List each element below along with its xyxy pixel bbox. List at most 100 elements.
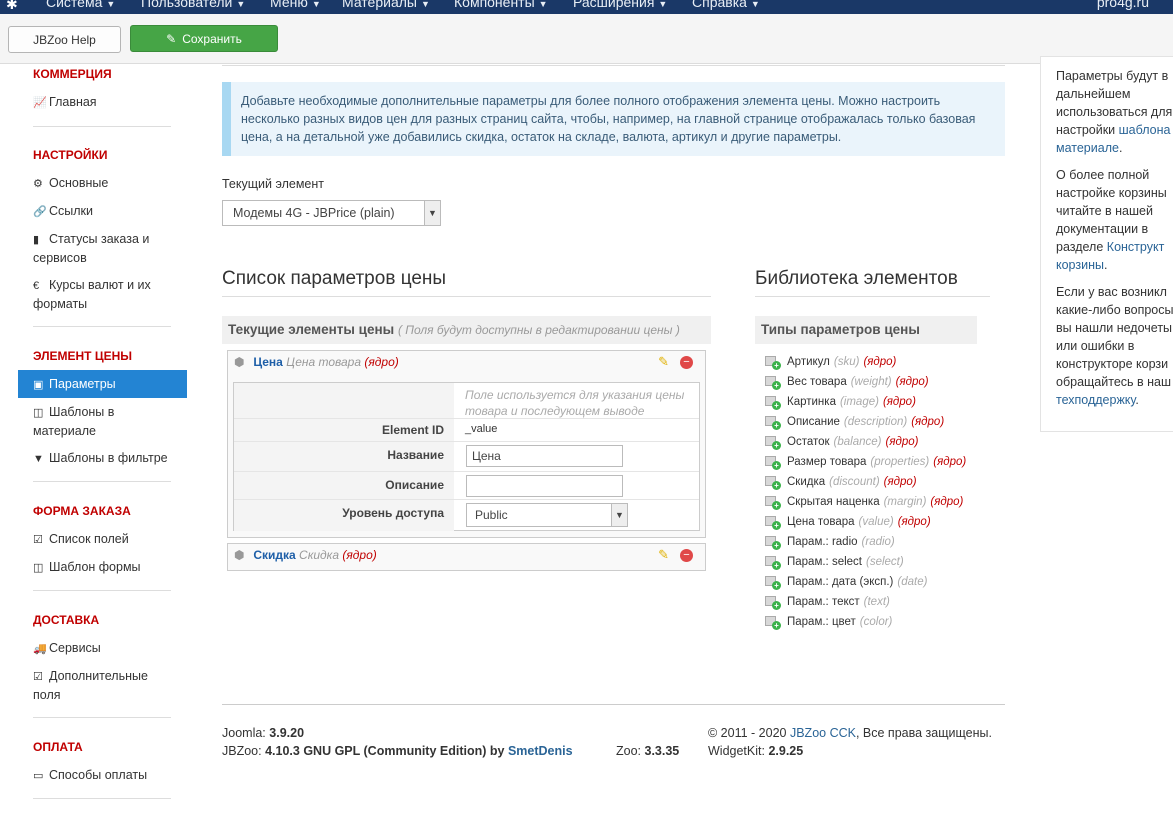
sidebar-item-filter-templates[interactable]: ▼ Шаблоны в фильтре (18, 449, 178, 468)
checkbox-icon: ☑ (33, 534, 43, 546)
element-id-label: Element ID (234, 419, 454, 441)
constructor-link[interactable]: Конструкт (1107, 240, 1165, 254)
top-navbar: ✱ Система ▼ Пользователи ▼ Меню ▼ Материалы… (0, 0, 1173, 14)
money-icon: ▣ (33, 379, 44, 391)
add-element-icon: + (764, 415, 781, 430)
save-icon: ✎ (166, 31, 177, 46)
nav-help[interactable]: Справка ▼ (692, 0, 760, 10)
help-paragraph-2: О более полной настройке корзины читайте… (1056, 168, 1167, 272)
sidebar-item-general[interactable]: ⚙ Основные (18, 174, 118, 193)
add-element-icon: + (764, 375, 781, 390)
truck-icon: 🚚 (33, 643, 47, 655)
jbzoo-version: JBZoo: 4.10.3 GNU GPL (Community Edition… (222, 744, 573, 758)
filter-icon: ▼ (33, 453, 44, 465)
library-item[interactable]: + Парам.: цвет (color) (764, 612, 1004, 632)
sidebar-item-currency[interactable]: € Курсы валют и их форматы (18, 276, 168, 313)
joomla-version: Joomla: 3.9.20 (222, 726, 305, 740)
cube-icon: ⬢ (234, 355, 245, 369)
library-item[interactable]: + Описание (description) (ядро) (764, 412, 1004, 432)
layout-icon: ◫ (33, 407, 44, 419)
description-label: Описание (234, 472, 454, 499)
sidebar-item-parameters[interactable]: ▣ Параметры (18, 370, 187, 398)
delete-icon[interactable]: − (680, 356, 693, 369)
library-item[interactable]: + Артикул (sku) (ядро) (764, 352, 1004, 372)
copyright: © 2011 - 2020 JBZoo CCK, Все права защищ… (708, 726, 992, 740)
nav-content[interactable]: Материалы ▼ (342, 0, 430, 10)
price-element-header[interactable]: ⬢ Цена Цена товара (ядро) ✎ − (228, 351, 705, 375)
sidebar-item-field-list[interactable]: ☑ Список полей (18, 530, 139, 549)
site-link[interactable]: pro4g.ru (1097, 0, 1149, 10)
add-element-icon: + (764, 615, 781, 630)
info-alert: Добавьте необходимые дополнительные пара… (222, 82, 1005, 156)
library-item[interactable]: + Остаток (balance) (ядро) (764, 432, 1004, 452)
add-element-icon: + (764, 495, 781, 510)
sidebar-item-form-template[interactable]: ◫ Шаблон формы (18, 558, 151, 577)
nav-users[interactable]: Пользователи ▼ (141, 0, 245, 10)
jbzoo-cck-link[interactable]: JBZoo CCK (790, 726, 856, 740)
chevron-down-icon: ▼ (611, 504, 627, 526)
access-level-select[interactable]: Public ▼ (466, 503, 628, 527)
library-list: + Артикул (sku) (ядро) + Вес товара (weight) (я… (764, 352, 1004, 632)
jbzoo-help-button[interactable]: JBZoo Help (8, 26, 121, 53)
support-link[interactable]: техподдержку (1056, 393, 1135, 407)
library-item[interactable]: + Цена товара (value) (ядро) (764, 512, 1004, 532)
sidebar-heading-price-element: ЭЛЕМЕНТ ЦЕНЫ (33, 349, 133, 363)
library-item[interactable]: + Вес товара (weight) (ядро) (764, 372, 1004, 392)
pencil-icon[interactable]: ✎ (658, 354, 669, 370)
sidebar-item-payment-methods[interactable]: ▭ Способы оплаты (18, 766, 157, 785)
cart-link[interactable]: корзины (1056, 258, 1104, 272)
add-element-icon: + (764, 435, 781, 450)
params-title: Список параметров цены (222, 268, 447, 289)
author-link[interactable]: SmetDenis (508, 744, 573, 758)
sidebar-item-links[interactable]: 🔗 Ссылки (18, 202, 103, 221)
joomla-logo-icon[interactable]: ✱ (6, 0, 24, 12)
help-panel: Параметры будут в дальнейшем использоват… (1040, 56, 1173, 432)
help-paragraph-1: Параметры будут в дальнейшем использоват… (1056, 69, 1173, 155)
add-element-icon: + (764, 555, 781, 570)
sidebar-heading-commerce: КОММЕРЦИЯ (33, 67, 112, 81)
template-link[interactable]: шаблона (1119, 123, 1171, 137)
library-item[interactable]: + Парам.: текст (text) (764, 592, 1004, 612)
library-item[interactable]: + Скрытая наценка (margin) (ядро) (764, 492, 1004, 512)
library-item[interactable]: + Картинка (image) (ядро) (764, 392, 1004, 412)
nav-components[interactable]: Компоненты ▼ (454, 0, 548, 10)
add-element-icon: + (764, 475, 781, 490)
library-item[interactable]: + Парам.: дата (эксп.) (date) (764, 572, 1004, 592)
nav-system[interactable]: Система ▼ (46, 0, 115, 10)
add-element-icon: + (764, 535, 781, 550)
element-id-value: _value (465, 423, 498, 435)
nav-menu[interactable]: Меню ▼ (270, 0, 321, 10)
library-item[interactable]: + Парам.: select (select) (764, 552, 1004, 572)
library-title: Библиотека элементов (755, 268, 958, 289)
sidebar-item-item-templates[interactable]: ◫ Шаблоны в материале (18, 403, 168, 440)
library-item[interactable]: + Размер товара (properties) (ядро) (764, 452, 1004, 472)
sidebar-item-extra-fields[interactable]: ☑ Дополнительные поля (18, 667, 168, 704)
sidebar-item-statuses[interactable]: ▮ Статусы заказа и сервисов (18, 230, 168, 267)
zoo-version: Zoo: 3.3.35 (616, 744, 680, 758)
description-input[interactable] (466, 475, 623, 497)
sidebar-heading-delivery: ДОСТАВКА (33, 613, 100, 627)
chevron-down-icon: ▼ (424, 201, 440, 225)
item-link[interactable]: материале (1056, 141, 1119, 155)
add-element-icon: + (764, 515, 781, 530)
toolbar: JBZoo Help ✎ Сохранить (0, 14, 1173, 64)
sidebar-item-services[interactable]: 🚚 Сервисы (18, 639, 111, 658)
bookmark-icon: ▮ (33, 234, 40, 246)
discount-element-header[interactable]: ⬢ Скидка Скидка (ядро) ✎ − (228, 544, 705, 568)
sidebar-heading-order-form: ФОРМА ЗАКАЗА (33, 504, 131, 518)
delete-icon[interactable]: − (680, 549, 693, 562)
name-input[interactable]: Цена (466, 445, 623, 467)
current-element-select[interactable]: Модемы 4G - JBPrice (plain) ▼ (222, 200, 441, 226)
cube-icon: ⬢ (234, 548, 245, 562)
save-button[interactable]: ✎ Сохранить (130, 25, 278, 52)
add-element-icon: + (764, 355, 781, 370)
library-item[interactable]: + Скидка (discount) (ядро) (764, 472, 1004, 492)
pencil-icon[interactable]: ✎ (658, 547, 669, 563)
nav-extensions[interactable]: Расширения ▼ (573, 0, 667, 10)
sidebar-item-main[interactable]: 📈 Главная (18, 93, 107, 112)
add-element-icon: + (764, 395, 781, 410)
gear-icon: ⚙ (33, 178, 43, 190)
access-level-label: Уровень доступа (234, 500, 454, 531)
chart-icon: 📈 (33, 97, 47, 109)
library-item[interactable]: + Парам.: radio (radio) (764, 532, 1004, 552)
